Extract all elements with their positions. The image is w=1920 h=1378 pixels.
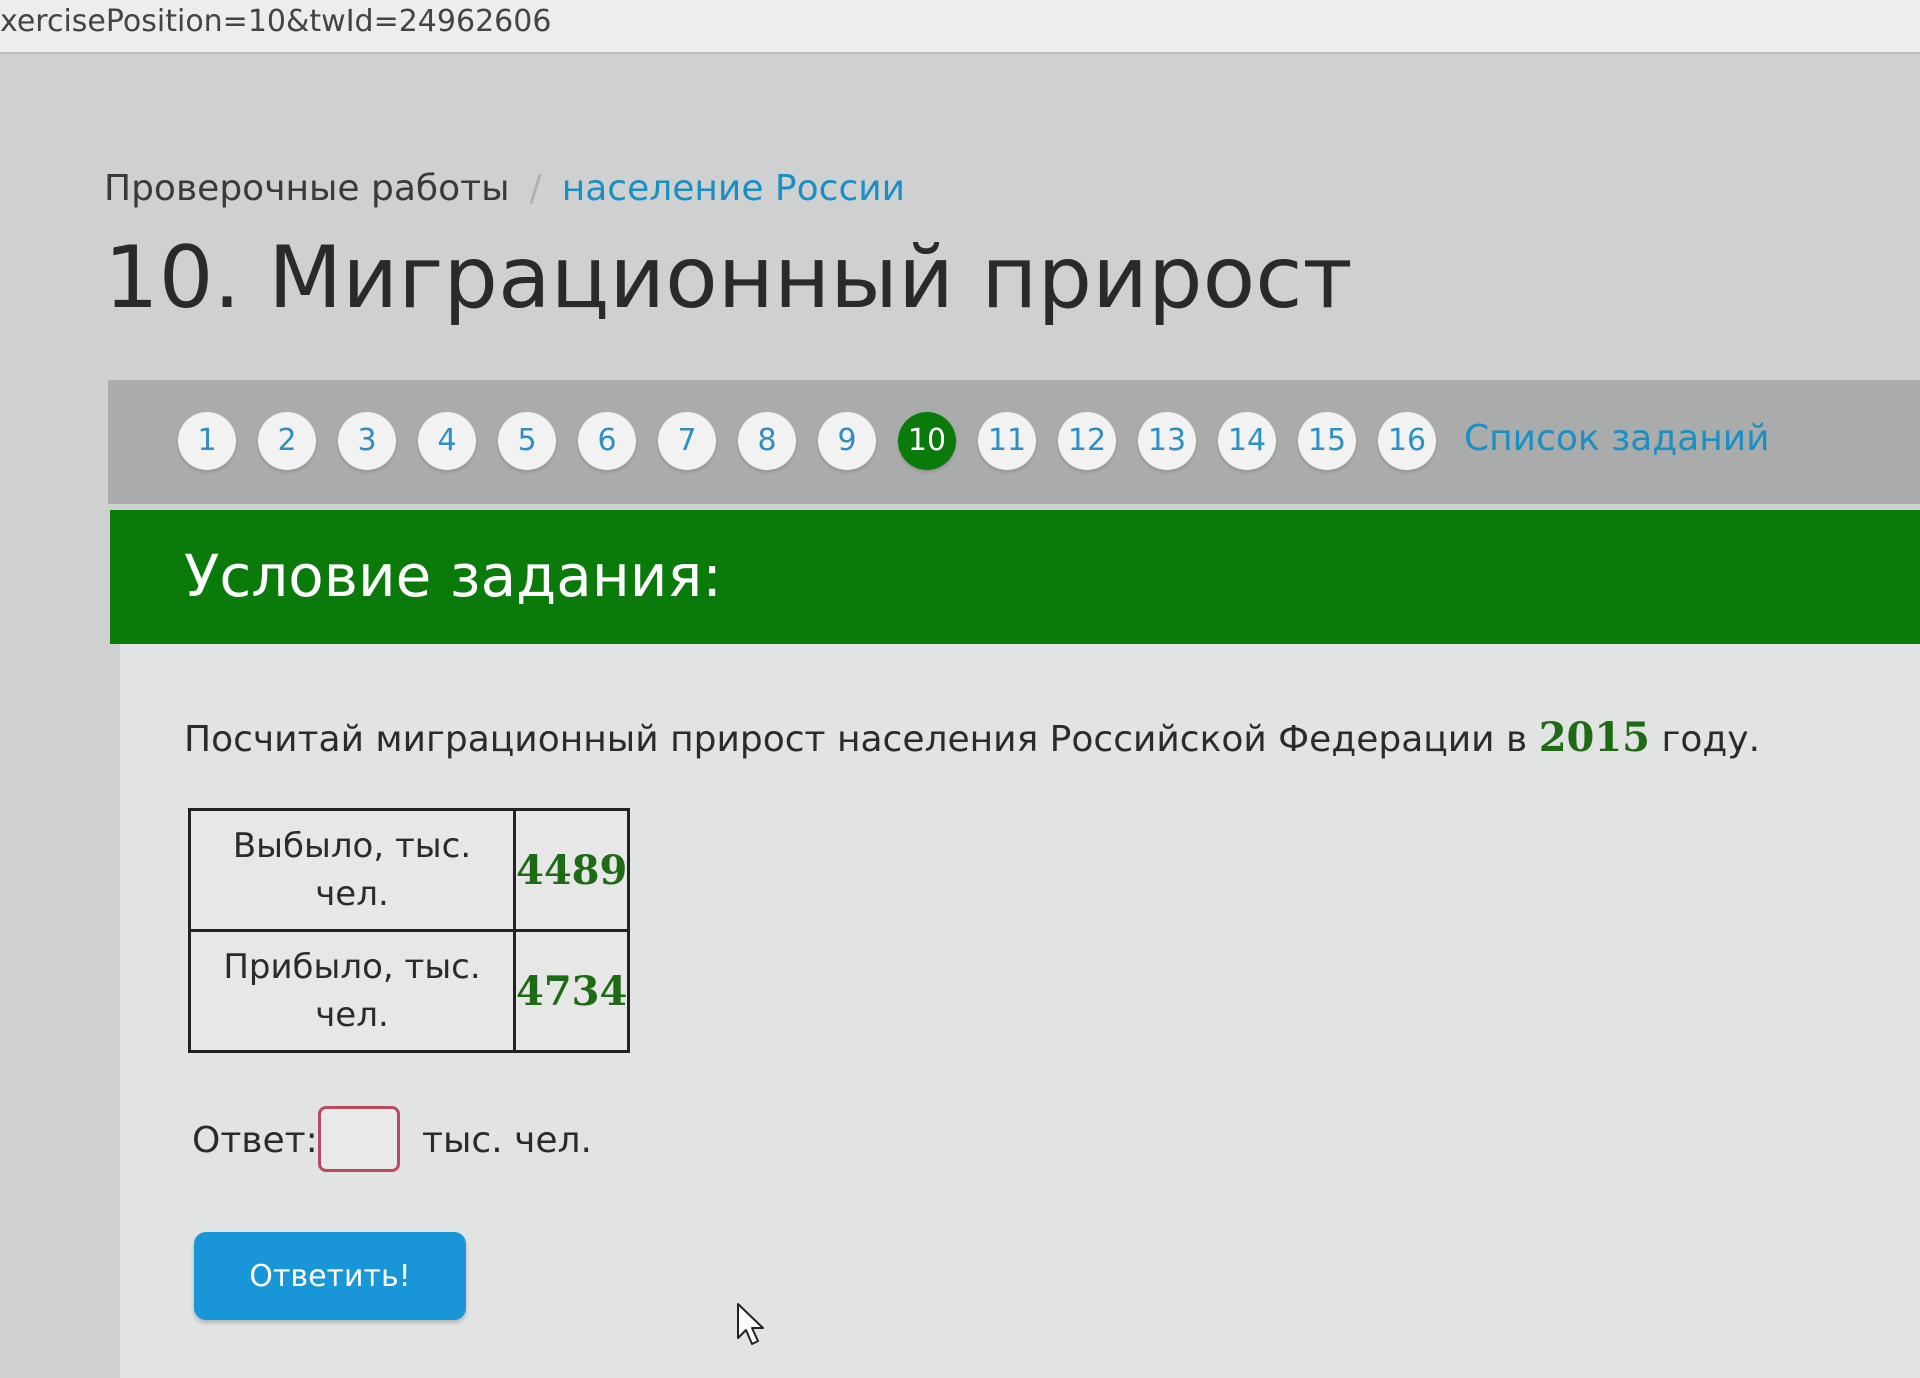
task-header-title: Условие задания: [184, 542, 722, 610]
nav-item-16[interactable]: 16 [1378, 412, 1436, 470]
task-list-link[interactable]: Список заданий [1464, 418, 1770, 459]
address-bar[interactable]: xercisePosition=10&twId=24962606 [0, 0, 1920, 54]
nav-item-5[interactable]: 5 [498, 412, 556, 470]
nav-item-12[interactable]: 12 [1058, 412, 1116, 470]
nav-item-8[interactable]: 8 [738, 412, 796, 470]
task-body: Посчитай миграционный прирост населения … [120, 644, 1920, 1378]
submit-button[interactable]: Ответить! [194, 1232, 466, 1320]
breadcrumb-parent[interactable]: Проверочные работы [104, 168, 510, 209]
nav-item-9[interactable]: 9 [818, 412, 876, 470]
question-year: 2015 [1538, 714, 1651, 761]
nav-item-10-active[interactable]: 10 [898, 412, 956, 470]
table-cell-value: 4734 [512, 929, 631, 1053]
exercise-nav: 1 2 3 4 5 6 7 8 9 10 11 12 13 14 15 16 С… [108, 380, 1920, 504]
question-suffix: году. [1661, 719, 1761, 760]
table-cell-value: 4489 [512, 808, 631, 932]
task-header: Условие задания: [110, 510, 1920, 644]
question-text: Посчитай миграционный прирост населения … [184, 714, 1760, 761]
nav-item-14[interactable]: 14 [1218, 412, 1276, 470]
url-text[interactable]: xercisePosition=10&twId=24962606 [0, 4, 551, 39]
nav-item-1[interactable]: 1 [178, 412, 236, 470]
data-table: Выбыло, тыс. чел. 4489 Прибыло, тыс. чел… [188, 808, 631, 1053]
answer-unit: тыс. чел. [422, 1120, 592, 1161]
nav-item-3[interactable]: 3 [338, 412, 396, 470]
breadcrumb: Проверочные работы / население России [104, 168, 905, 209]
table-row: Прибыло, тыс. чел. 4734 [188, 929, 631, 1053]
nav-item-7[interactable]: 7 [658, 412, 716, 470]
nav-item-11[interactable]: 11 [978, 412, 1036, 470]
table-cell-label: Выбыло, тыс. чел. [188, 808, 516, 932]
nav-item-6[interactable]: 6 [578, 412, 636, 470]
breadcrumb-separator: / [529, 168, 542, 209]
nav-item-13[interactable]: 13 [1138, 412, 1196, 470]
nav-item-2[interactable]: 2 [258, 412, 316, 470]
table-row: Выбыло, тыс. чел. 4489 [188, 808, 631, 932]
question-prefix: Посчитай миграционный прирост населения … [184, 719, 1528, 760]
answer-input[interactable] [318, 1106, 400, 1172]
mouse-cursor-icon [737, 1303, 764, 1345]
nav-item-4[interactable]: 4 [418, 412, 476, 470]
page-title: 10. Миграционный прирост [104, 228, 1353, 328]
answer-label: Ответ: [192, 1120, 318, 1161]
table-cell-label: Прибыло, тыс. чел. [188, 929, 516, 1053]
nav-item-15[interactable]: 15 [1298, 412, 1356, 470]
breadcrumb-current-link[interactable]: население России [562, 168, 905, 209]
